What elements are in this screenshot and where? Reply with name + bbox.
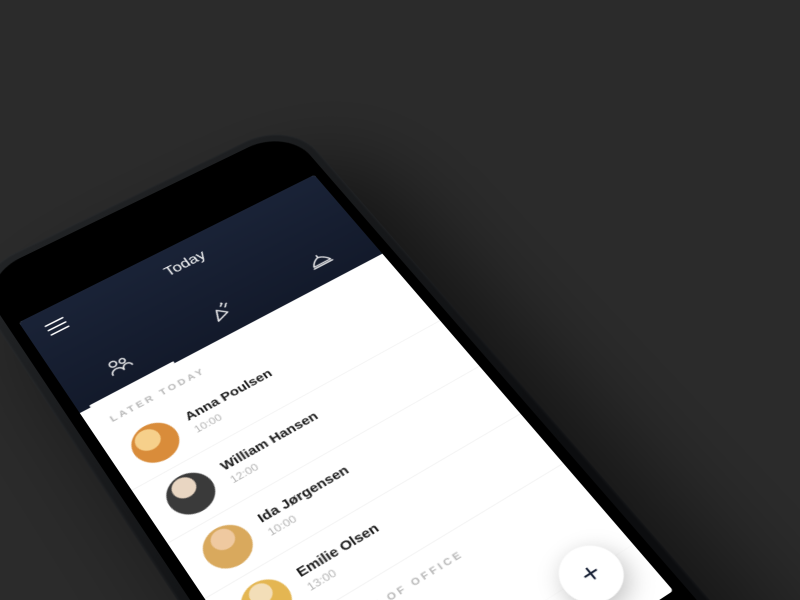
people-icon bbox=[101, 350, 140, 384]
celebrate-icon bbox=[204, 297, 242, 329]
phone-mockup: Today bbox=[0, 120, 776, 600]
app-screen: Today bbox=[19, 175, 674, 600]
avatar bbox=[194, 517, 262, 578]
avatar bbox=[123, 415, 188, 471]
avatar bbox=[158, 465, 225, 523]
dining-icon bbox=[302, 247, 340, 278]
